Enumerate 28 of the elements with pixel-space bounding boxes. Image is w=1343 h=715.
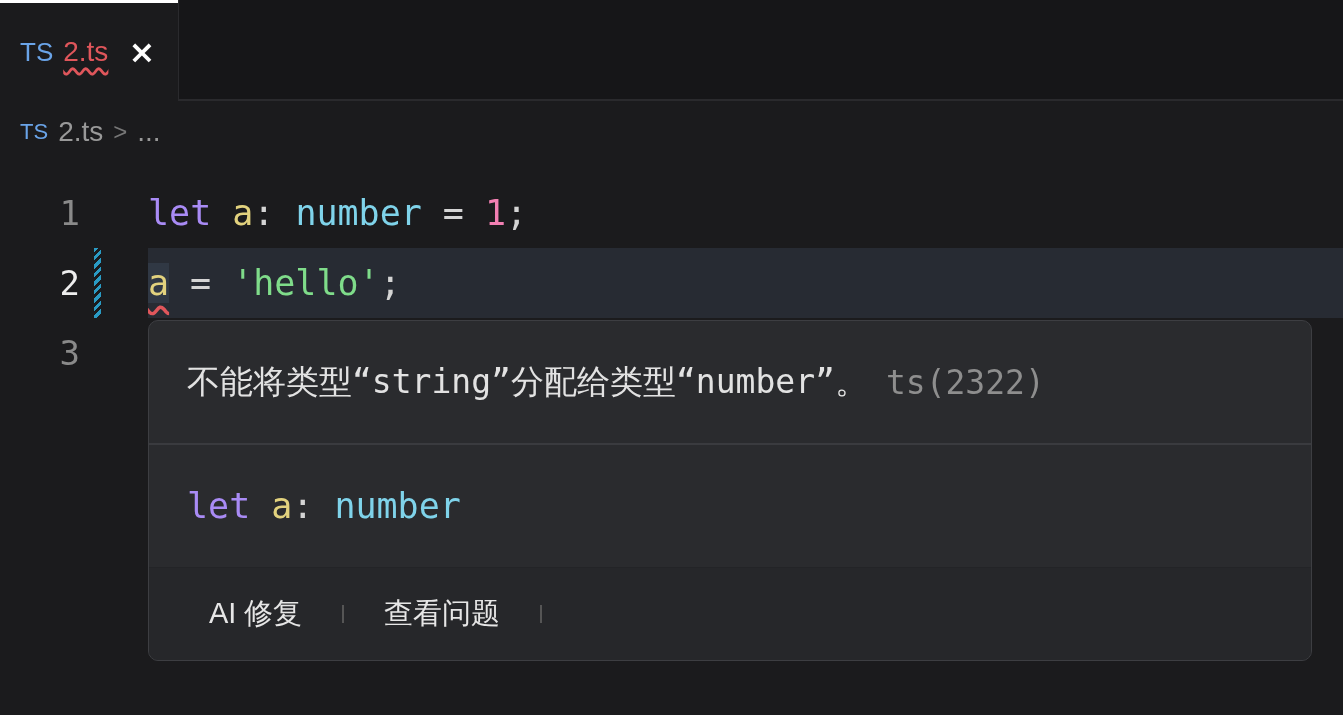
action-link[interactable]: 查看问题 (364, 594, 521, 634)
error-message: 不能将类型“string”分配给类型“number”。 (187, 360, 868, 403)
line-number: 1 (58, 193, 80, 233)
typescript-icon: TS (20, 36, 54, 68)
breadcrumb-item[interactable]: ... (137, 116, 161, 148)
variable-token: a (231, 193, 254, 233)
punctuation-token: : (253, 193, 275, 233)
chevron-icon: > (113, 118, 128, 146)
punctuation-token: = (441, 193, 464, 233)
variable-token: a (270, 486, 293, 526)
punctuation-token: : (292, 486, 314, 526)
error-code: ts(2322) (885, 362, 1045, 402)
breadcrumb-item[interactable]: 2.ts (58, 116, 104, 148)
tab-title: 2.ts (63, 36, 109, 68)
keyword-token: let (187, 486, 251, 526)
type-token: number (333, 486, 461, 526)
typescript-icon: TS (20, 119, 49, 145)
number-token: 1 (483, 193, 506, 233)
type-token: number (294, 193, 422, 233)
punctuation-token: = (189, 263, 212, 303)
punctuation-token: ; (379, 263, 401, 303)
error-token: a (148, 263, 170, 303)
line-number: 2 (58, 263, 80, 303)
punctuation-token: ; (505, 193, 528, 233)
action-link[interactable]: AI 修复 (189, 594, 323, 634)
keyword-token: let (148, 193, 212, 233)
string-token: 'hello' (231, 263, 380, 303)
line-number: 3 (58, 333, 80, 373)
